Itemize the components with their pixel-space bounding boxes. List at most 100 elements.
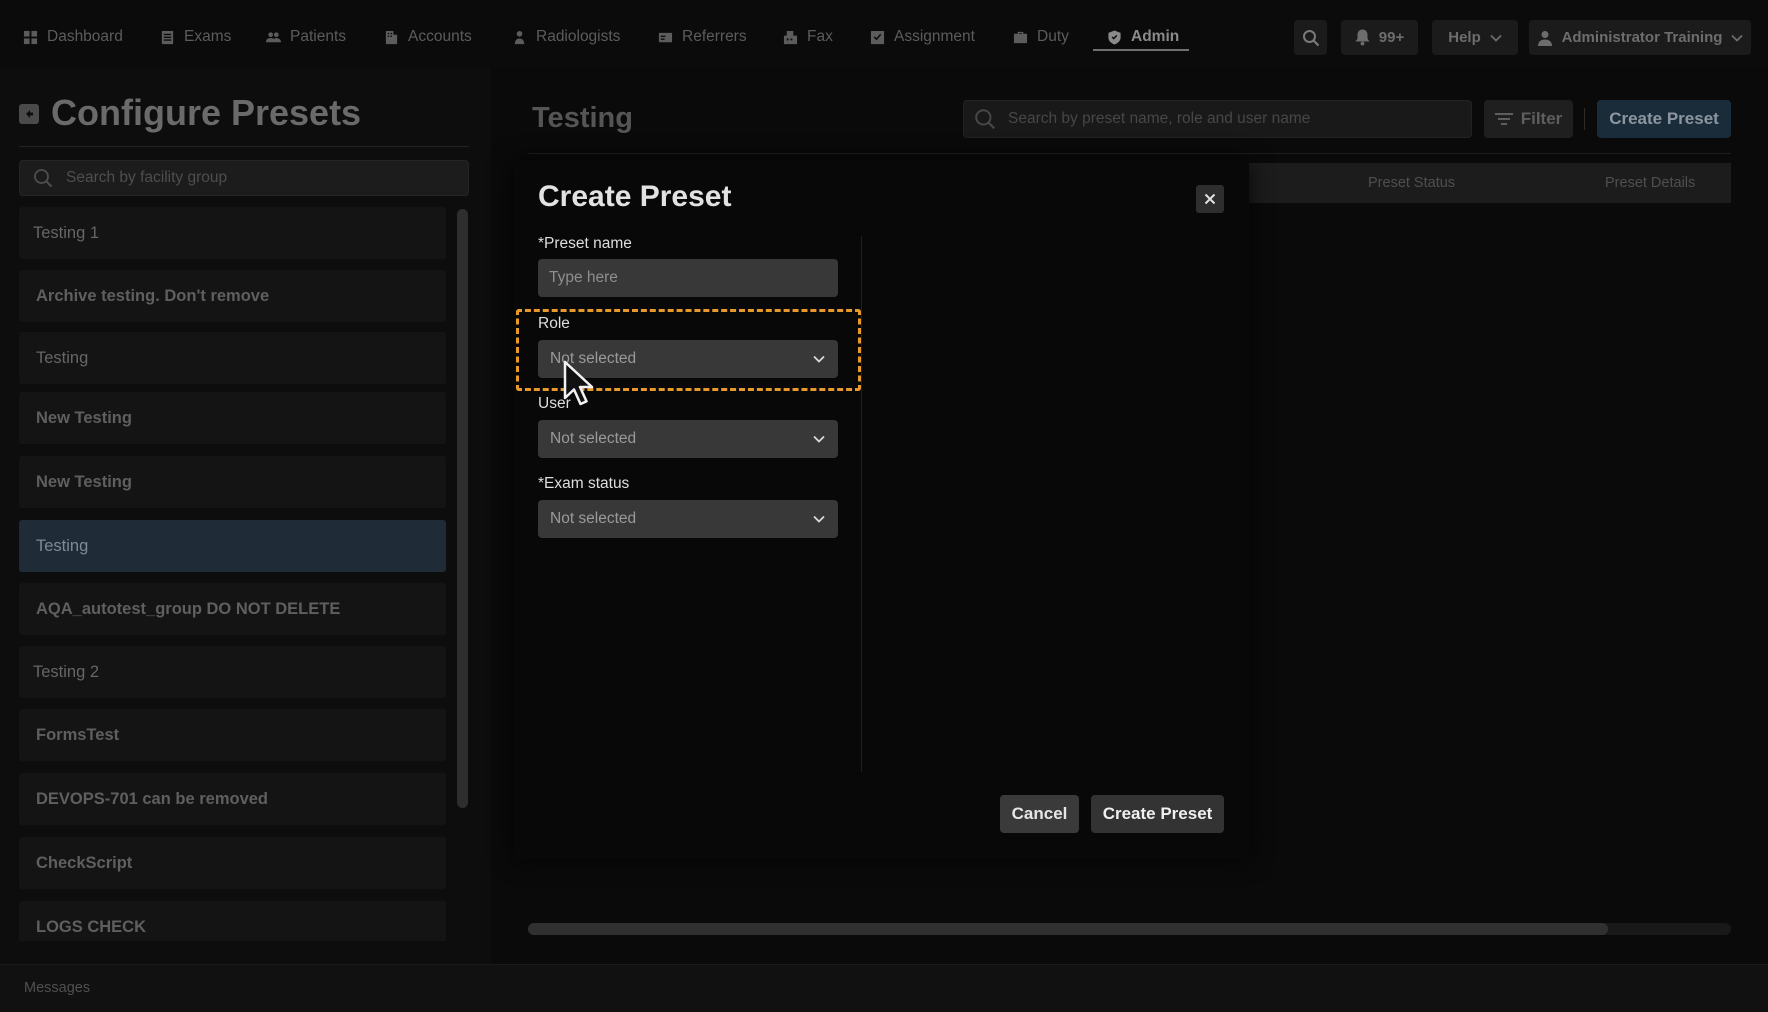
toolbar-separator (1584, 108, 1585, 130)
users-icon (266, 31, 281, 42)
user-menu[interactable]: Administrator Training (1529, 20, 1751, 55)
facility-group-item[interactable]: CheckScript (19, 837, 446, 889)
briefcase-icon (1013, 31, 1028, 43)
search-icon (975, 109, 996, 130)
facility-group-label: CheckScript (36, 853, 133, 872)
nav-exams[interactable]: Exams (160, 22, 231, 52)
facility-group-label: Testing (36, 536, 89, 555)
filter-button[interactable]: Filter (1484, 100, 1573, 138)
filter-label: Filter (1520, 109, 1563, 128)
user-select[interactable]: Not selected (538, 420, 838, 458)
preset-name-input[interactable] (538, 259, 838, 297)
chevron-down-icon (813, 435, 825, 443)
nav-radiologists[interactable]: Radiologists (512, 22, 620, 52)
active-tab-underline (1093, 49, 1189, 51)
facility-group-item[interactable]: Testing 1 (19, 207, 446, 259)
facility-group-search-input[interactable] (66, 169, 446, 187)
nav-fax[interactable]: Fax (783, 22, 833, 52)
list-icon (161, 30, 174, 44)
exam-status-label: *Exam status (538, 475, 630, 492)
facility-group-item[interactable]: Testing (19, 520, 446, 572)
modal-title: Create Preset (538, 180, 732, 213)
close-button[interactable] (1196, 185, 1224, 213)
create-preset-button[interactable]: Create Preset (1597, 100, 1731, 138)
nav-radiologists-label: Radiologists (536, 28, 621, 45)
nav-patients[interactable]: Patients (266, 22, 346, 52)
facility-group-search[interactable] (19, 160, 469, 196)
preset-search-input[interactable] (1008, 110, 1468, 128)
facility-group-item[interactable]: Testing 2 (19, 646, 446, 698)
facility-group-item[interactable]: Archive testing. Don't remove (19, 270, 446, 322)
shield-icon (1108, 29, 1121, 45)
nav-exams-label: Exams (184, 28, 232, 45)
modal-divider (861, 236, 862, 772)
page-title: Configure Presets (51, 92, 362, 133)
notifications-button[interactable]: 99+ (1341, 20, 1418, 55)
nav-duty[interactable]: Duty (1013, 22, 1069, 52)
main-divider (528, 153, 1731, 154)
bottom-bar (0, 964, 1768, 1012)
grid-icon (23, 30, 38, 44)
facility-group-label: Archive testing. Don't remove (36, 286, 270, 305)
top-nav: Dashboard Exams Patients Accounts Radiol… (0, 0, 1768, 75)
facility-group-item[interactable]: LOGS CHECK (19, 901, 446, 941)
chevron-down-icon (1490, 34, 1502, 42)
search-icon (34, 169, 53, 188)
nav-dashboard[interactable]: Dashboard (23, 22, 123, 52)
preset-search[interactable] (963, 100, 1472, 138)
group-list-scrollbar[interactable] (457, 209, 468, 808)
nav-accounts-label: Accounts (408, 28, 472, 45)
facility-group-label: DEVOPS-701 can be removed (36, 789, 269, 808)
card-icon (658, 32, 673, 42)
facility-group-label: Testing (36, 348, 89, 367)
nav-dashboard-label: Dashboard (47, 28, 123, 45)
submit-create-preset-button[interactable]: Create Preset (1091, 795, 1224, 833)
column-preset-status[interactable]: Preset Status (1368, 175, 1455, 191)
back-arrow-icon[interactable] (19, 104, 39, 124)
help-dropdown[interactable]: Help (1432, 20, 1518, 55)
preset-name-label: *Preset name (538, 235, 632, 252)
fax-icon (783, 30, 798, 44)
cancel-button[interactable]: Cancel (1000, 795, 1079, 833)
facility-group-label: LOGS CHECK (36, 917, 147, 936)
facility-group-label: New Testing (36, 408, 132, 427)
nav-referrers[interactable]: Referrers (658, 22, 747, 52)
facility-group-item[interactable]: New Testing (19, 392, 446, 444)
facility-group-label: Testing 1 (33, 223, 100, 242)
person-icon (514, 30, 525, 44)
filter-icon (1494, 113, 1513, 125)
messages-link[interactable]: Messages (24, 980, 90, 996)
facility-group-item[interactable]: DEVOPS-701 can be removed (19, 773, 446, 825)
close-icon (1204, 193, 1216, 205)
nav-patients-label: Patients (290, 28, 347, 45)
facility-group-item[interactable]: Testing (19, 332, 446, 384)
facility-group-item[interactable]: FormsTest (19, 709, 446, 761)
nav-accounts[interactable]: Accounts (384, 22, 472, 52)
nav-duty-label: Duty (1037, 28, 1069, 45)
nav-fax-label: Fax (807, 28, 833, 45)
user-name: Administrator Training (1561, 29, 1723, 46)
global-search-button[interactable] (1294, 20, 1327, 55)
exam-status-select[interactable]: Not selected (538, 500, 838, 538)
help-label: Help (1448, 29, 1481, 46)
left-panel-divider (19, 146, 469, 147)
facility-group-item[interactable]: AQA_autotest_group DO NOT DELETE (19, 583, 446, 635)
nav-admin-label: Admin (1131, 28, 1180, 45)
user-select-value: Not selected (550, 430, 637, 447)
column-preset-details[interactable]: Preset Details (1605, 175, 1695, 191)
search-icon (1302, 29, 1319, 46)
notification-count: 99+ (1378, 29, 1405, 46)
nav-admin[interactable]: Admin (1107, 22, 1179, 52)
user-avatar-icon (1537, 30, 1552, 46)
facility-group-label: Testing 2 (33, 662, 100, 681)
facility-group-list: Testing 1 Archive testing. Don't remove Te… (19, 207, 446, 941)
nav-assignment-label: Assignment (894, 28, 975, 45)
section-title: Testing (532, 102, 633, 134)
facility-group-item[interactable]: New Testing (19, 456, 446, 508)
horizontal-scrollbar-thumb[interactable] (528, 923, 1608, 935)
nav-referrers-label: Referrers (682, 28, 747, 45)
nav-assignment[interactable]: Assignment (870, 22, 975, 52)
facility-group-label: FormsTest (36, 725, 120, 744)
chevron-down-icon (1731, 34, 1744, 42)
facility-group-label: AQA_autotest_group DO NOT DELETE (36, 599, 341, 618)
